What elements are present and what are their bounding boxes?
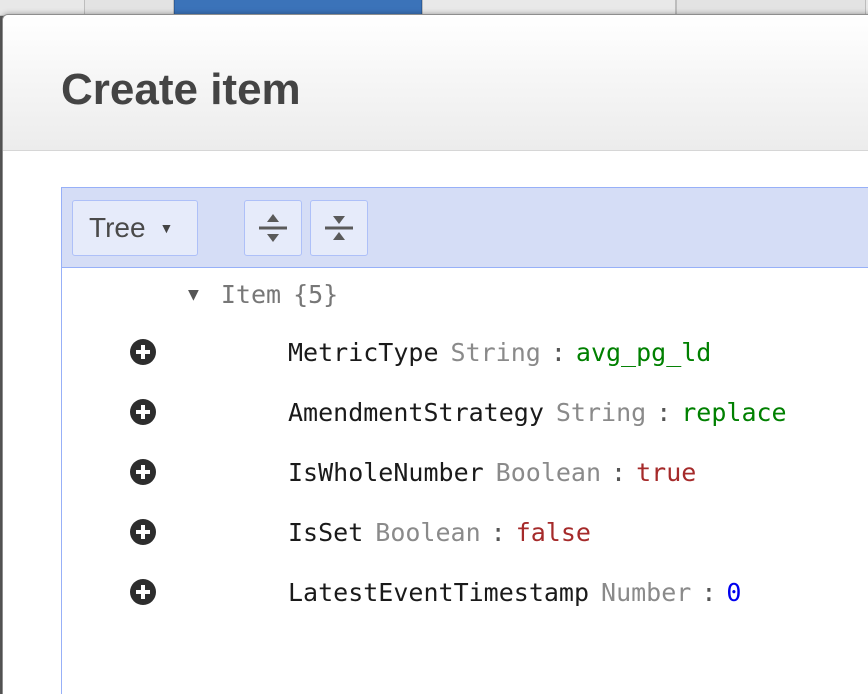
mode-label: Tree <box>89 212 146 243</box>
field-value[interactable]: 0 <box>726 578 741 607</box>
field-name[interactable]: IsWholeNumber <box>288 458 484 487</box>
tree-field-row[interactable]: IsSet Boolean : false <box>288 512 591 552</box>
add-field-icon[interactable] <box>130 339 156 365</box>
tree-field-row[interactable]: LatestEventTimestamp Number : 0 <box>288 572 741 612</box>
collapse-all-icon <box>325 216 353 240</box>
caret-down-icon: ▼ <box>159 220 174 236</box>
editor-menu: Tree ▼ <box>62 188 868 268</box>
add-field-icon[interactable] <box>130 459 156 485</box>
field-name[interactable]: AmendmentStrategy <box>288 398 544 427</box>
expand-all-icon <box>259 214 287 242</box>
collapse-all-button[interactable] <box>310 200 368 256</box>
collapse-toggle-icon[interactable]: ▼ <box>188 284 199 305</box>
field-separator: : <box>701 577 717 607</box>
add-field-icon[interactable] <box>130 579 156 605</box>
field-type: Boolean <box>495 457 602 487</box>
field-name[interactable]: MetricType <box>288 338 439 367</box>
field-type: Boolean <box>375 517 481 547</box>
field-type: String <box>450 337 541 367</box>
add-field-icon[interactable] <box>130 399 156 425</box>
field-name[interactable]: IsSet <box>288 518 363 547</box>
root-child-count: {5} <box>293 279 339 309</box>
tree-field-row[interactable]: AmendmentStrategy String : replace <box>288 392 787 432</box>
field-separator: : <box>611 457 627 487</box>
field-type: Number <box>601 577 692 607</box>
field-value[interactable]: false <box>516 518 591 547</box>
field-type: String <box>555 397 647 427</box>
mode-select-button[interactable]: Tree ▼ <box>72 200 198 256</box>
field-value[interactable]: true <box>636 458 696 487</box>
field-separator: : <box>550 337 566 367</box>
root-name: Item <box>220 279 282 309</box>
dialog-header: Create item <box>3 15 868 151</box>
add-field-icon[interactable] <box>130 519 156 545</box>
field-separator: : <box>490 517 506 547</box>
tree-root-row: ▼ Item {5} <box>188 274 338 314</box>
create-item-dialog: Create item Tree ▼ ▼ Item {5} MetricType… <box>2 14 868 694</box>
expand-all-button[interactable] <box>244 200 302 256</box>
json-editor: Tree ▼ ▼ Item {5} MetricType String: av… <box>61 187 868 694</box>
dialog-title: Create item <box>61 65 301 114</box>
field-name[interactable]: LatestEventTimestamp <box>288 578 589 607</box>
tree-field-row[interactable]: IsWholeNumber Boolean : true <box>288 452 696 492</box>
field-separator: : <box>656 397 672 427</box>
tree-field-row[interactable]: MetricType String : avg_pg_ld <box>288 332 711 372</box>
field-value[interactable]: replace <box>681 398 786 427</box>
field-value[interactable]: avg_pg_ld <box>576 338 711 367</box>
